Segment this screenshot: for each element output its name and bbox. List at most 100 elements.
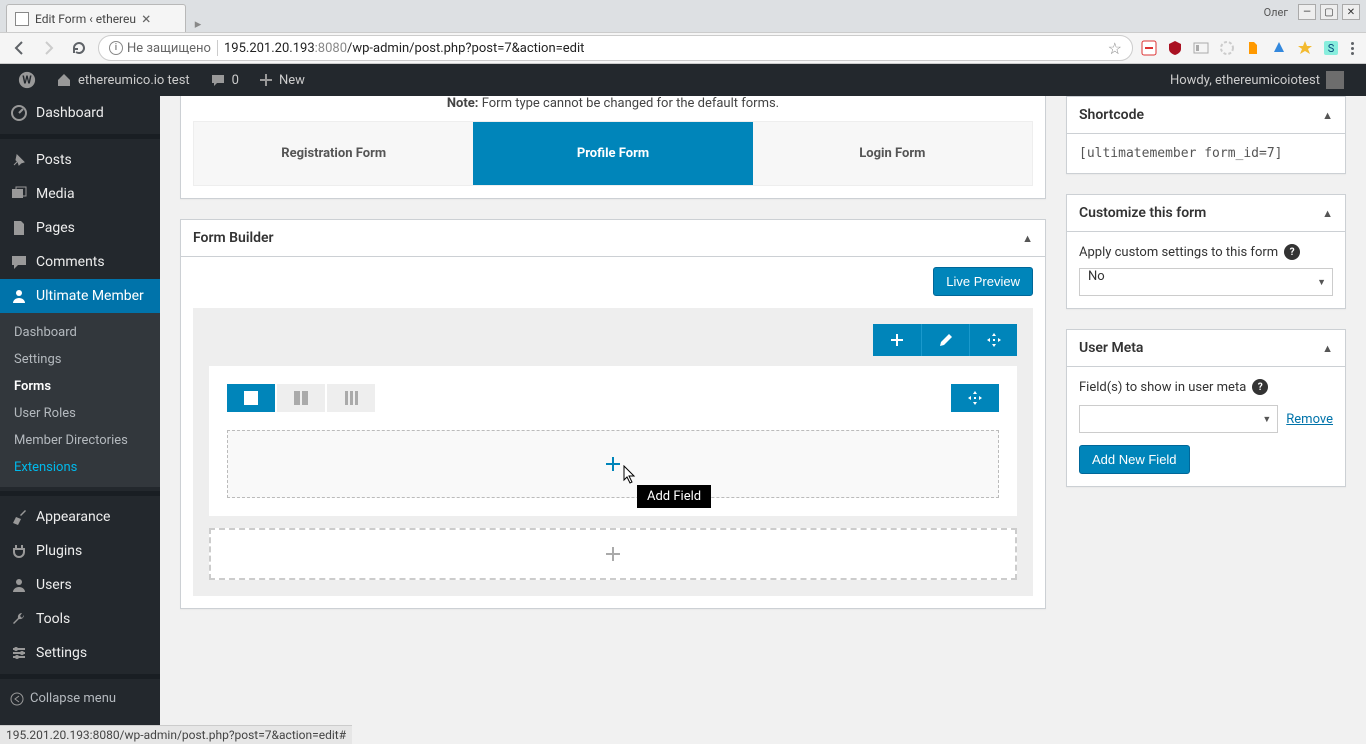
move-row-button[interactable] (969, 324, 1017, 356)
comment-icon (210, 72, 226, 88)
plus-icon (259, 73, 273, 87)
wp-logo-button[interactable]: W (8, 64, 46, 96)
brush-icon (10, 508, 28, 526)
tab-profile-form[interactable]: Profile Form (473, 122, 752, 185)
site-info-icon[interactable]: i (109, 41, 123, 55)
add-new-row-dropzone[interactable] (209, 528, 1017, 580)
reload-button[interactable] (68, 37, 90, 59)
status-bar-text: 195.201.20.193:8080/wp-admin/post.php?po… (0, 725, 352, 744)
form-type-note: Note: Form type cannot be changed for th… (193, 96, 1033, 121)
page-icon (10, 219, 28, 237)
add-field-plus-icon[interactable] (603, 454, 623, 474)
comments-link[interactable]: 0 (200, 64, 249, 96)
comment-icon (10, 253, 28, 271)
form-builder-title: Form Builder (193, 230, 274, 246)
plug-icon (10, 542, 28, 560)
window-minimize-button[interactable]: — (1298, 4, 1316, 20)
layout-1col-button[interactable] (227, 384, 275, 412)
menu-comments[interactable]: Comments (0, 245, 160, 279)
add-field-tooltip: Add Field (637, 485, 711, 508)
back-button[interactable] (8, 37, 30, 59)
menu-pages[interactable]: Pages (0, 211, 160, 245)
address-bar[interactable]: i Не защищено 195.201.20.193:8080/wp-adm… (98, 35, 1133, 61)
extension-icon[interactable] (1271, 40, 1287, 56)
new-tab-button[interactable]: ▸ (186, 17, 210, 32)
tab-title: Edit Form ‹ ethereu (35, 12, 136, 26)
tab-close-button[interactable]: × (142, 9, 151, 28)
url-text[interactable]: 195.201.20.193:8080/wp-admin/post.php?po… (224, 41, 1102, 56)
menu-settings[interactable]: Settings (0, 636, 160, 670)
window-user-label: Олег (1264, 6, 1288, 19)
submenu-um-extensions[interactable]: Extensions (0, 454, 160, 481)
user-meta-label: Field(s) to show in user meta (1079, 380, 1246, 395)
customize-form-select[interactable]: No (1079, 268, 1333, 296)
svg-text:S: S (1328, 42, 1335, 55)
plus-icon (889, 332, 905, 348)
help-icon[interactable]: ? (1252, 379, 1268, 395)
postbox-toggle-button[interactable]: ▲ (1322, 207, 1333, 220)
browser-tab[interactable]: Edit Form ‹ ethereu × (6, 4, 186, 32)
extension-icon[interactable] (1219, 40, 1235, 56)
customize-form-label: Apply custom settings to this form (1079, 245, 1278, 260)
layout-3col-button[interactable] (327, 384, 375, 412)
tab-login-form[interactable]: Login Form (753, 122, 1032, 185)
postbox-toggle-button[interactable]: ▲ (1322, 109, 1333, 122)
add-field-dropzone[interactable]: Add Field (227, 430, 999, 498)
postbox-toggle-button[interactable]: ▲ (1322, 342, 1333, 355)
extension-icon[interactable] (1141, 40, 1157, 56)
menu-plugins[interactable]: Plugins (0, 534, 160, 568)
media-icon (10, 185, 28, 203)
plus-icon (604, 545, 622, 563)
avatar (1326, 71, 1344, 89)
document-icon (15, 12, 29, 26)
shortcode-title: Shortcode (1079, 107, 1144, 123)
user-meta-field-select[interactable] (1079, 405, 1278, 433)
help-icon[interactable]: ? (1284, 244, 1300, 260)
tab-registration-form[interactable]: Registration Form (194, 122, 473, 185)
submenu-um-user-roles[interactable]: User Roles (0, 400, 160, 427)
remove-field-link[interactable]: Remove (1286, 412, 1333, 427)
add-row-button[interactable] (873, 324, 921, 356)
add-new-field-button[interactable]: Add New Field (1079, 445, 1190, 474)
layout-2col-button[interactable] (277, 384, 325, 412)
move-icon (986, 332, 1002, 348)
extension-icon[interactable] (1167, 40, 1183, 56)
menu-ultimate-member[interactable]: Ultimate Member (0, 279, 160, 313)
wrench-icon (10, 610, 28, 628)
edit-row-button[interactable] (921, 324, 969, 356)
sliders-icon (10, 644, 28, 662)
url-divider (217, 40, 218, 56)
collapse-menu-button[interactable]: Collapse menu (0, 683, 160, 714)
shortcode-value[interactable]: [ultimatemember form_id=7] (1079, 146, 1333, 161)
menu-users[interactable]: Users (0, 568, 160, 602)
live-preview-button[interactable]: Live Preview (933, 267, 1033, 296)
forward-button[interactable] (38, 37, 60, 59)
menu-appearance[interactable]: Appearance (0, 500, 160, 534)
window-close-button[interactable]: ✕ (1342, 4, 1360, 20)
extension-icon[interactable]: S (1323, 40, 1339, 56)
home-icon (56, 72, 72, 88)
move-column-button[interactable] (951, 384, 999, 412)
menu-dashboard[interactable]: Dashboard (0, 96, 160, 130)
browser-menu-button[interactable] (1347, 38, 1358, 59)
svg-text:W: W (22, 74, 32, 87)
user-meta-title: User Meta (1079, 340, 1143, 356)
extension-icon[interactable] (1297, 40, 1313, 56)
postbox-toggle-button[interactable]: ▲ (1022, 232, 1033, 245)
menu-posts[interactable]: Posts (0, 143, 160, 177)
menu-tools[interactable]: Tools (0, 602, 160, 636)
window-maximize-button[interactable]: ▢ (1320, 4, 1338, 20)
extension-icon[interactable] (1245, 40, 1261, 56)
user-account-link[interactable]: Howdy, ethereumicoiotest (1160, 71, 1354, 89)
bookmark-star-icon[interactable]: ☆ (1108, 39, 1122, 58)
submenu-um-dashboard[interactable]: Dashboard (0, 319, 160, 346)
menu-media[interactable]: Media (0, 177, 160, 211)
move-icon (967, 390, 983, 406)
site-name-link[interactable]: ethereumico.io test (46, 64, 200, 96)
new-content-link[interactable]: New (249, 64, 315, 96)
extension-icon[interactable] (1193, 40, 1209, 56)
submenu-um-forms[interactable]: Forms (0, 373, 160, 400)
person-icon (10, 287, 28, 305)
submenu-um-settings[interactable]: Settings (0, 346, 160, 373)
submenu-um-member-directories[interactable]: Member Directories (0, 427, 160, 454)
